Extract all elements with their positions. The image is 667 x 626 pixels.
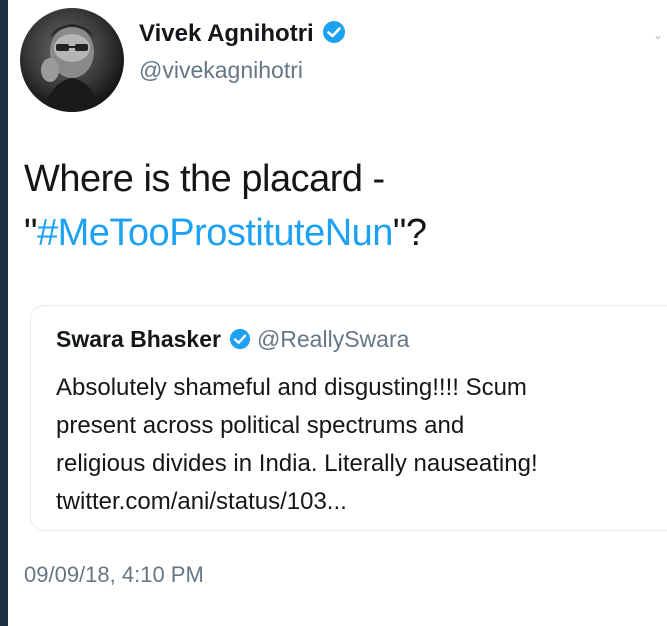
quoted-tweet[interactable]: Swara Bhasker @ReallySwara Absolutely sha… <box>30 305 667 531</box>
quoted-link[interactable]: twitter.com/ani/status/103... <box>56 483 656 521</box>
verified-badge-icon <box>322 20 346 51</box>
quoted-author-handle: @ReallySwara <box>256 326 410 352</box>
avatar-photo <box>41 24 100 112</box>
quoted-tweet-header: Swara Bhasker @ReallySwara <box>56 326 409 356</box>
quoted-tweet-text: Absolutely shameful and disgusting!!!! S… <box>56 369 656 521</box>
verified-badge-icon <box>229 328 251 356</box>
tweet-text: Where is the placard - "#MeTooProstitute… <box>24 152 654 260</box>
quoted-text-line: present across political spectrums and <box>56 412 465 439</box>
chevron-down-icon[interactable]: ⌄ <box>653 28 663 42</box>
author-handle[interactable]: @vivekagnihotri <box>139 57 303 84</box>
hashtag-link[interactable]: #MeTooProstituteNun <box>37 212 393 254</box>
quoted-text-line: religious divides in India. Literally na… <box>56 450 538 477</box>
tweet-text-line: Where is the placard - <box>24 158 385 200</box>
quote-mark: " <box>24 212 38 254</box>
author-display-name[interactable]: Vivek Agnihotri <box>139 20 346 51</box>
quoted-text-line: Absolutely shameful and disgusting!!!! S… <box>56 374 527 401</box>
author-name-text: Vivek Agnihotri <box>139 20 314 47</box>
quoted-author-name: Swara Bhasker <box>56 326 221 352</box>
tweet-timestamp[interactable]: 09/09/18, 4:10 PM <box>24 562 204 588</box>
tweet-card: Vivek Agnihotri @vivekagnihotri ⌄ Where … <box>8 0 667 626</box>
avatar[interactable] <box>20 8 124 112</box>
quote-mark: "? <box>392 212 427 254</box>
tweet-text-line: "#MeTooProstituteNun"? <box>24 206 654 260</box>
